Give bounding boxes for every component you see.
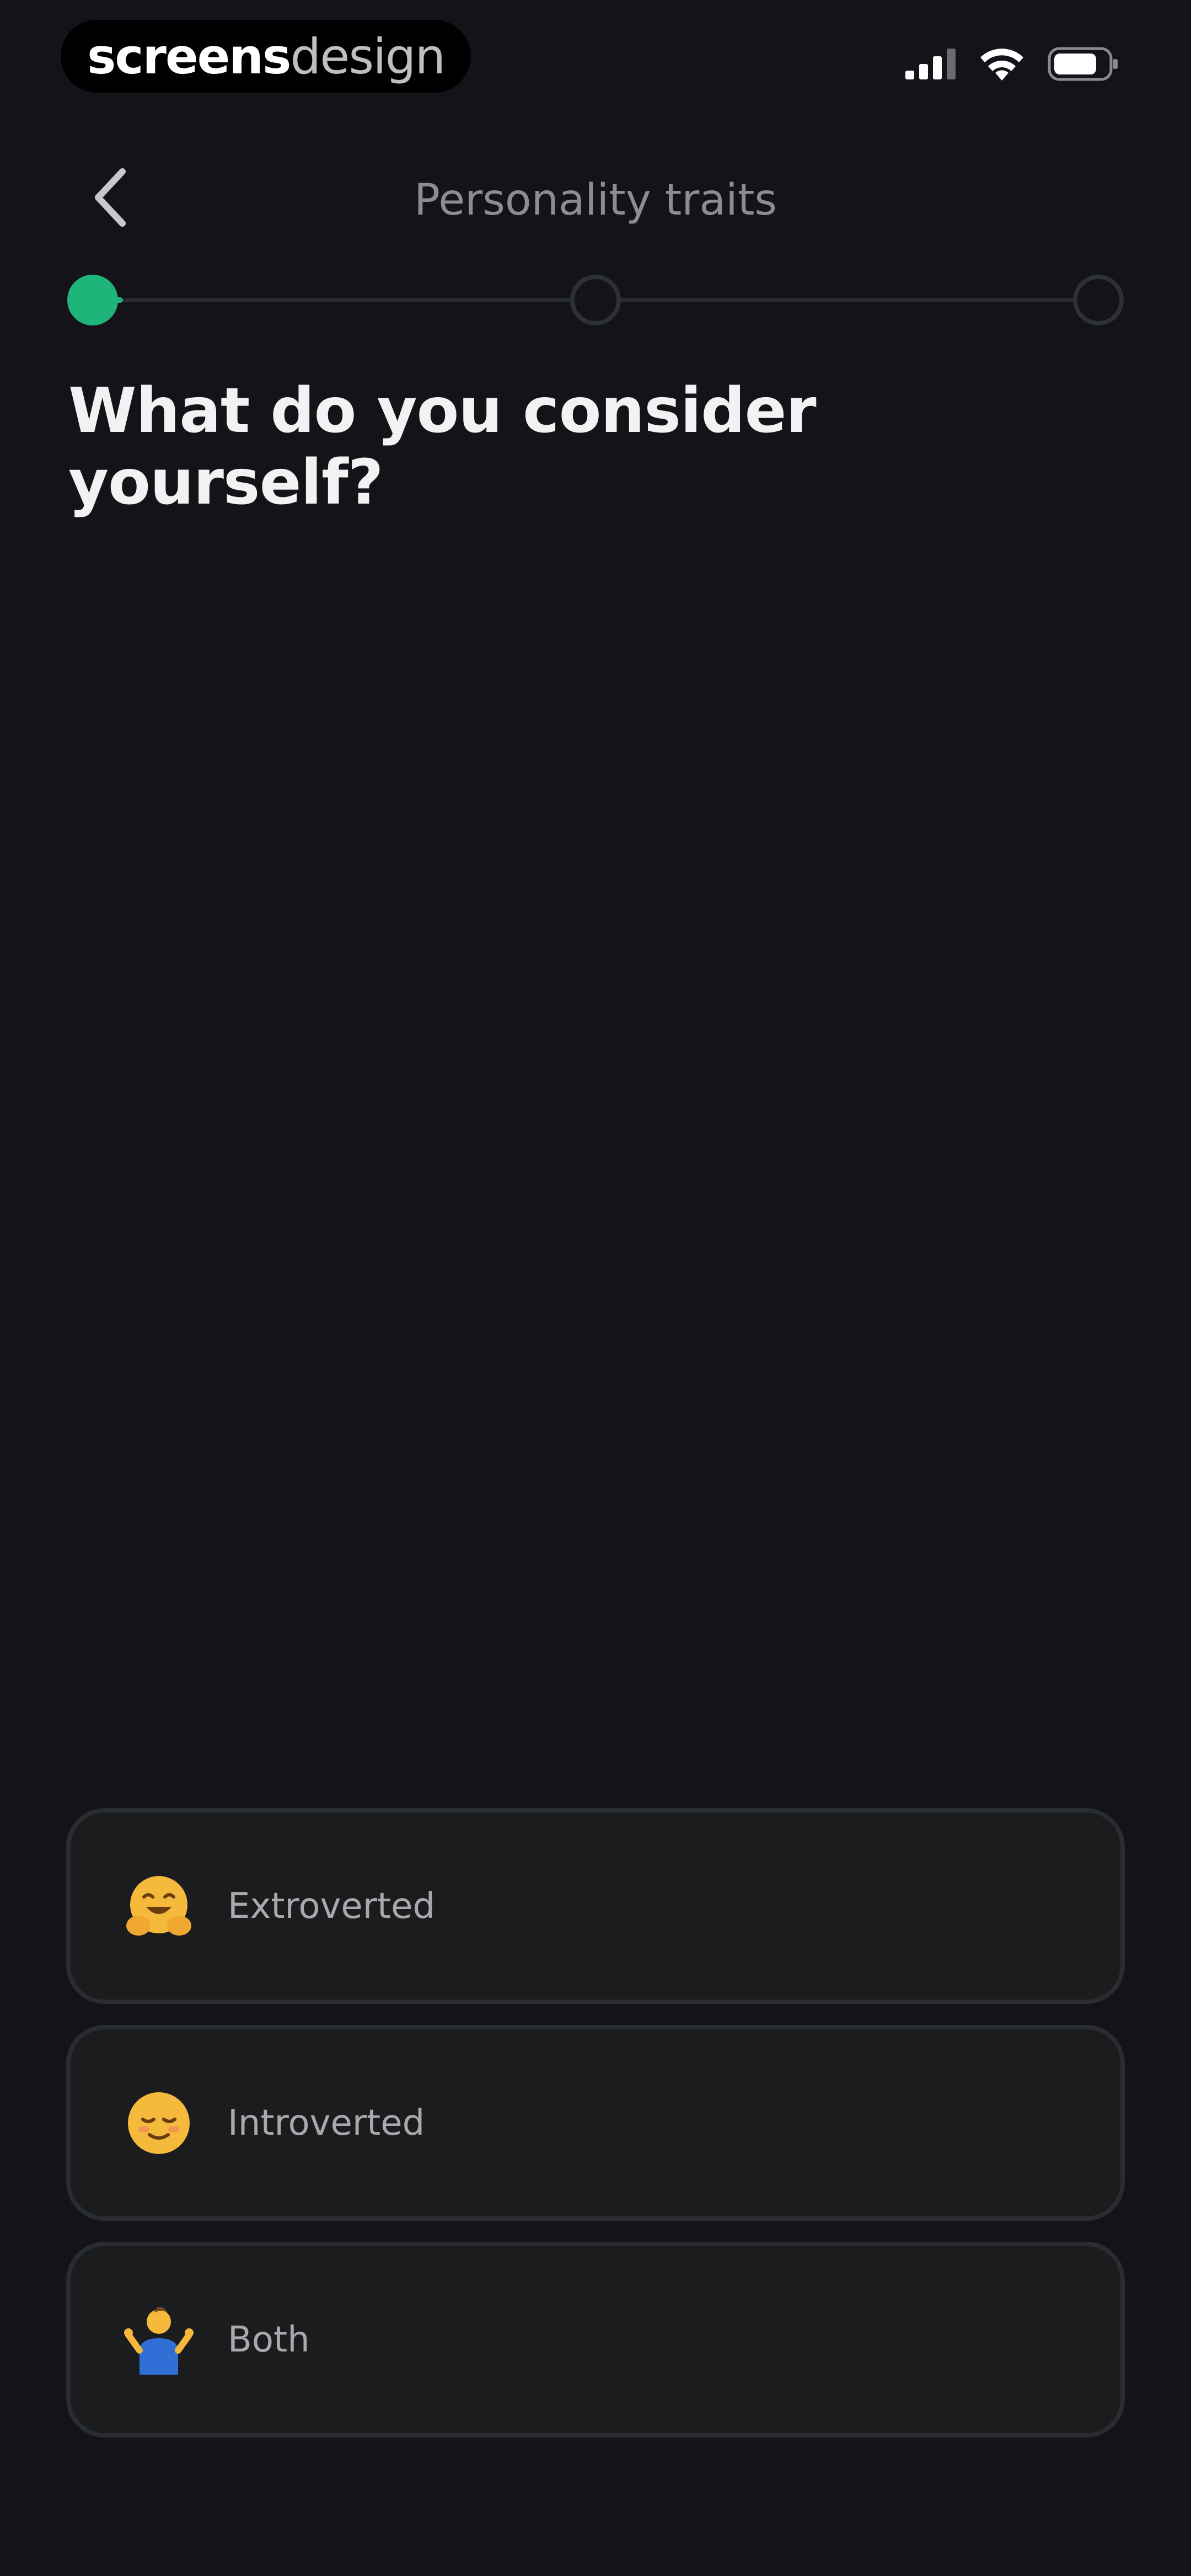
wifi-icon	[978, 46, 1026, 82]
watermark-light-text: design	[290, 28, 446, 85]
status-icons	[905, 46, 1119, 82]
progress-stepper	[65, 272, 1126, 328]
step-indicator-1	[67, 275, 118, 325]
battery-icon	[1048, 47, 1119, 81]
cellular-signal-icon	[905, 49, 956, 79]
watermark-bold-text: screens	[87, 28, 291, 85]
header: Personality traits	[0, 149, 1191, 248]
person-shrugging-emoji-icon	[123, 2304, 195, 2376]
step-indicator-2	[570, 275, 621, 325]
option-label: Extroverted	[228, 1885, 436, 1927]
step-indicator-3	[1073, 275, 1124, 325]
header-title: Personality traits	[414, 175, 777, 225]
onboarding-screen: screens design Personality traits What d…	[0, 0, 1191, 2576]
option-both[interactable]: Both	[66, 2242, 1125, 2438]
status-bar: screens design	[0, 0, 1191, 121]
relieved-face-emoji-icon	[123, 2087, 195, 2159]
option-introverted[interactable]: Introverted	[66, 2025, 1125, 2221]
screensdesign-watermark: screens design	[61, 20, 471, 93]
hugging-face-emoji-icon	[123, 1870, 195, 1942]
option-label: Introverted	[228, 2102, 425, 2144]
option-extroverted[interactable]: Extroverted	[66, 1808, 1125, 2004]
options-list: Extroverted Introverted Both	[66, 1808, 1125, 2459]
option-label: Both	[228, 2319, 310, 2360]
question-heading: What do you consider yourself?	[68, 375, 817, 519]
